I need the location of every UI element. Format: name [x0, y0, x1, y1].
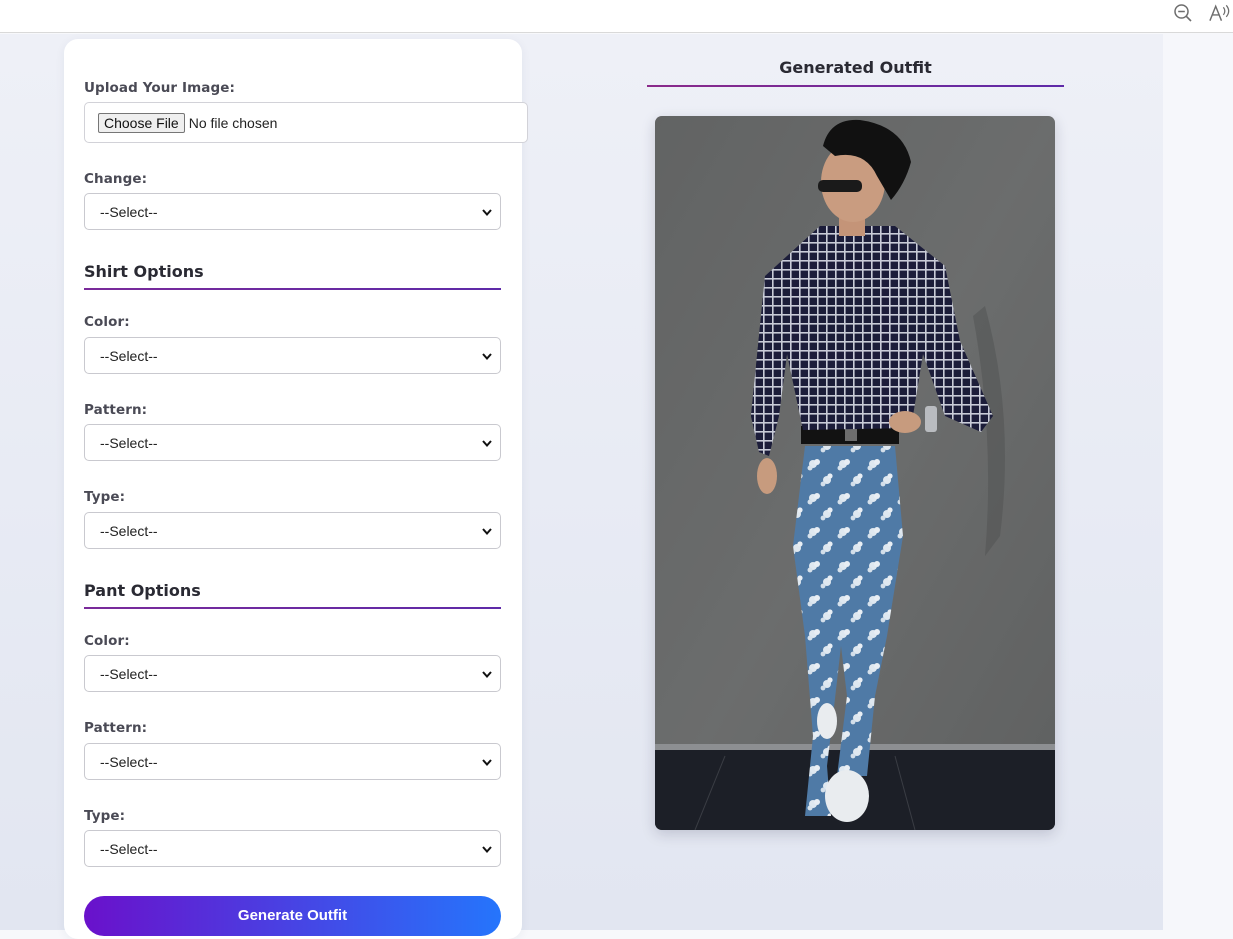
- outfit-photo-illustration: [655, 116, 1055, 830]
- pant-type-select-value: --Select--: [100, 840, 158, 857]
- shirt-type-select-value: --Select--: [100, 522, 158, 539]
- pant-color-select-value: --Select--: [100, 665, 158, 682]
- generated-outfit-heading: Generated Outfit: [779, 58, 932, 77]
- page-side-strip: [1163, 34, 1233, 930]
- shirt-color-select[interactable]: --Select--: [84, 337, 501, 374]
- chevron-down-icon: [482, 671, 492, 679]
- file-status-text: No file chosen: [188, 114, 278, 131]
- chevron-down-icon: [482, 209, 492, 217]
- pant-color-select[interactable]: --Select--: [84, 655, 501, 692]
- change-select-value: --Select--: [100, 203, 158, 220]
- generate-outfit-button[interactable]: Generate Outfit: [84, 896, 501, 936]
- upload-label: Upload Your Image:: [84, 80, 235, 96]
- shirt-type-label: Type:: [84, 489, 126, 505]
- pant-pattern-label: Pattern:: [84, 720, 148, 736]
- pant-type-select[interactable]: --Select--: [84, 830, 501, 867]
- shirt-type-select[interactable]: --Select--: [84, 512, 501, 549]
- choose-file-button[interactable]: Choose File: [98, 112, 185, 133]
- pant-pattern-select-value: --Select--: [100, 753, 158, 770]
- image-file-input[interactable]: Choose File No file chosen: [84, 102, 528, 143]
- shirt-options-divider: [84, 288, 501, 290]
- read-aloud-icon[interactable]: [1208, 0, 1233, 26]
- chevron-down-icon: [482, 440, 492, 448]
- zoom-out-icon[interactable]: [1170, 0, 1196, 26]
- browser-toolbar: [0, 0, 1233, 33]
- generated-outfit-divider: [647, 85, 1064, 87]
- pant-type-label: Type:: [84, 808, 126, 824]
- pant-pattern-select[interactable]: --Select--: [84, 743, 501, 780]
- pant-options-heading: Pant Options: [84, 581, 201, 600]
- chevron-down-icon: [482, 353, 492, 361]
- generated-outfit-image: [655, 116, 1055, 830]
- shirt-pattern-select[interactable]: --Select--: [84, 424, 501, 461]
- chevron-down-icon: [482, 759, 492, 767]
- change-label: Change:: [84, 171, 148, 187]
- shirt-color-select-value: --Select--: [100, 347, 158, 364]
- chevron-down-icon: [482, 846, 492, 854]
- shirt-color-label: Color:: [84, 314, 130, 330]
- pant-options-divider: [84, 607, 501, 609]
- chevron-down-icon: [482, 528, 492, 536]
- shirt-pattern-select-value: --Select--: [100, 434, 158, 451]
- pant-color-label: Color:: [84, 633, 130, 649]
- shirt-pattern-label: Pattern:: [84, 402, 148, 418]
- change-select[interactable]: --Select--: [84, 193, 501, 230]
- shirt-options-heading: Shirt Options: [84, 262, 204, 281]
